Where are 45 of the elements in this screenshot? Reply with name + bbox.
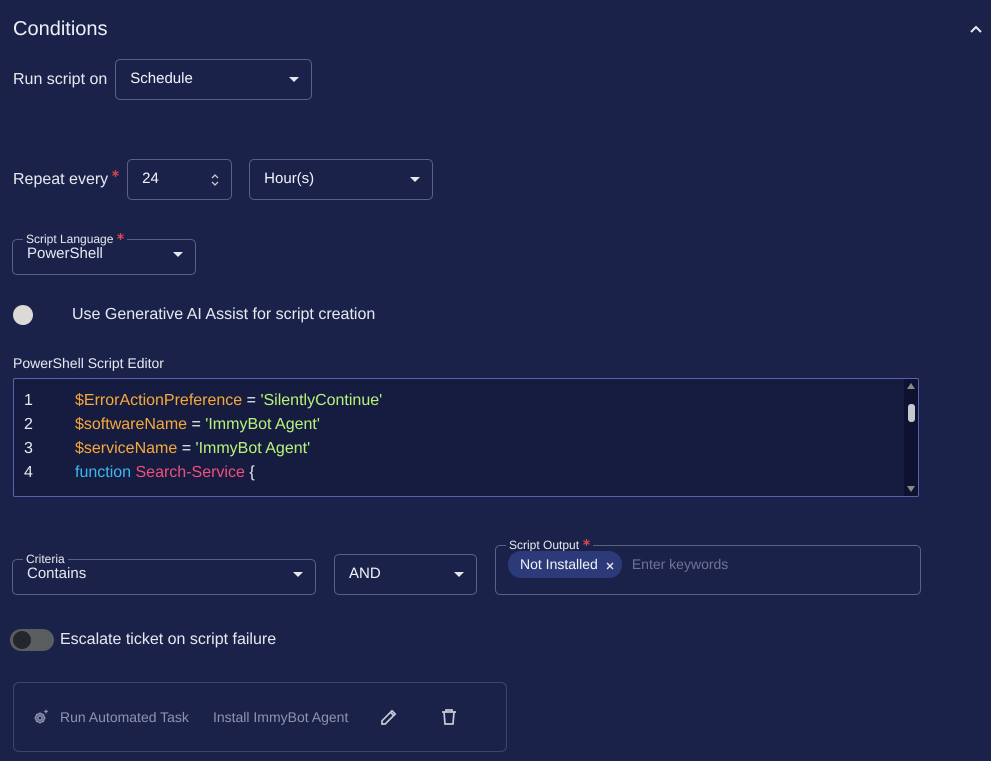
line-number: 1: [24, 391, 34, 411]
toggle-label: Escalate ticket on script failure: [60, 630, 276, 650]
pencil-icon: [380, 708, 398, 726]
scroll-thumb[interactable]: [908, 404, 914, 422]
caret-icon: [289, 77, 300, 82]
line-number: 2: [24, 415, 34, 435]
caret-icon: [454, 572, 464, 577]
caret-icon: [410, 177, 420, 182]
line-number: 4: [24, 463, 34, 483]
toggle-switch[interactable]: [10, 629, 54, 651]
criteria-select[interactable]: Criteria Contains: [12, 553, 316, 595]
scroll-up-icon[interactable]: [907, 383, 915, 389]
number-input[interactable]: 24: [127, 159, 232, 200]
task-name: Install ImmyBot Agent: [212, 708, 348, 727]
field-label: Script Language: [26, 232, 114, 246]
field-label: Script Output: [509, 538, 580, 552]
code-line: $serviceName = 'ImmyBot Agent': [75, 440, 310, 457]
spinner-icon[interactable]: [211, 172, 220, 186]
section-title: Conditions: [13, 17, 108, 42]
editor-label: PowerShell Script Editor: [13, 354, 165, 373]
caret-icon: [293, 572, 303, 577]
schedule-select[interactable]: Schedule: [115, 59, 312, 100]
field-label: Repeat every: [13, 170, 108, 190]
keyword-tag: Not Installed: [508, 551, 622, 578]
code-line: $softwareName = 'ImmyBot Agent': [75, 416, 320, 433]
unit-select[interactable]: Hour(s): [249, 159, 434, 200]
keywords-field[interactable]: Script Output Not Installed Enter keywords: [495, 539, 921, 595]
trash-icon: [441, 708, 458, 726]
collapse-chevron-icon[interactable]: [969, 24, 983, 34]
field-label: Run script on: [13, 70, 108, 90]
scroll-down-icon[interactable]: [907, 486, 915, 492]
code-line: $ErrorActionPreference = 'SilentlyContinue': [75, 392, 382, 409]
toggle-label: Use Generative AI Assist for script creation: [72, 305, 376, 325]
scrollbar[interactable]: [904, 379, 918, 496]
code-editor[interactable]: 1 $ErrorActionPreference = 'SilentlyContinue' 2 $softwareName = 'ImmyBot Agent' 3 $serviceName = 'ImmyBot Agent' 4 function Search-Service {: [13, 378, 919, 497]
keywords-input[interactable]: Enter keywords: [630, 553, 908, 576]
code-line: function Search-Service {: [75, 464, 255, 481]
field-label: Criteria: [26, 552, 65, 566]
task-type: Run Automated Task: [60, 708, 189, 726]
line-number: 3: [24, 439, 34, 459]
close-icon: [606, 562, 614, 570]
caret-icon: [173, 252, 183, 257]
operator-select[interactable]: AND: [334, 554, 477, 595]
language-select[interactable]: Script Language PowerShell: [12, 233, 196, 275]
gear-sparkle-icon: [32, 708, 50, 726]
